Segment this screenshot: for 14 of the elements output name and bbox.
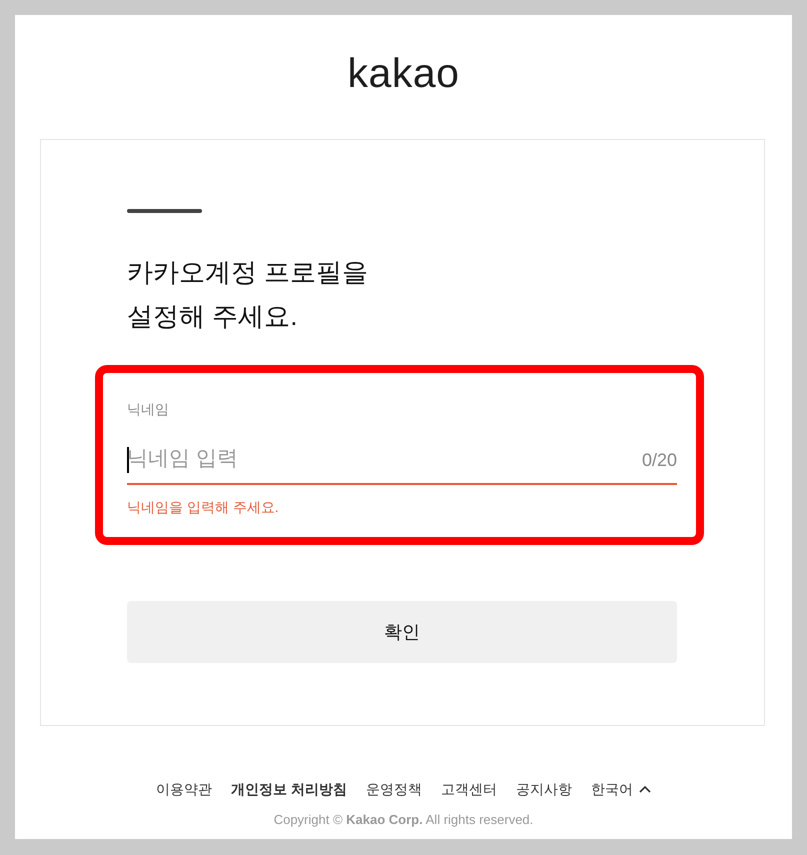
language-selector[interactable]: 한국어	[590, 779, 651, 799]
footer-link[interactable]: 공지사항	[516, 779, 572, 799]
character-counter: 0/20	[642, 449, 677, 472]
footer-link[interactable]: 고객센터	[440, 779, 497, 799]
footer-link[interactable]: 운영정책	[366, 779, 422, 799]
error-message: 닉네임을 입력해 주세요.	[127, 498, 279, 517]
chevron-up-icon	[638, 785, 651, 793]
copyright-text: Copyright © Kakao Corp. All rights reserved.	[274, 811, 534, 829]
confirm-button[interactable]: 확인	[127, 601, 677, 663]
kakao-logo[interactable]: kakao	[348, 49, 460, 97]
footer-link[interactable]: 개인정보 처리방침	[231, 779, 347, 799]
footer-link[interactable]: 이용약관	[156, 779, 212, 799]
page-heading: 카카오계정 프로필을 설정해 주세요.	[127, 256, 368, 333]
nickname-label: 닉네임	[127, 400, 169, 419]
